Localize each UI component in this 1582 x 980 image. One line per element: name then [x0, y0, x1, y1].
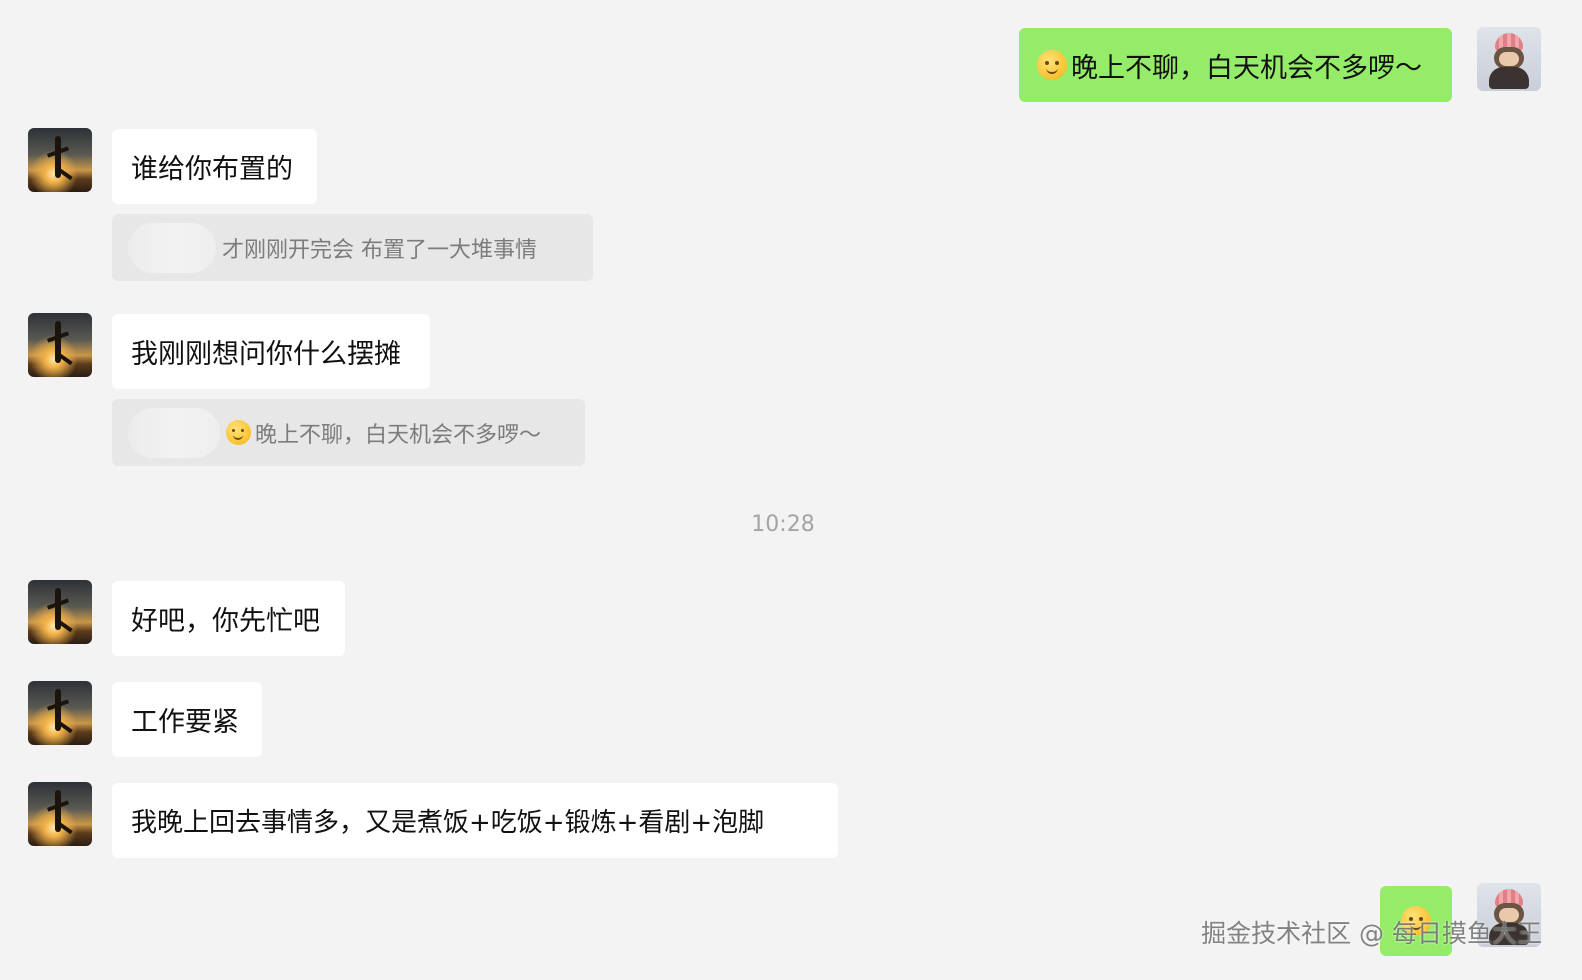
- smile-emoji-icon: [1037, 50, 1067, 80]
- quoted-message[interactable]: 才刚刚开完会 布置了一大堆事情: [112, 214, 593, 281]
- my-avatar[interactable]: [1477, 27, 1541, 91]
- received-message-bubble[interactable]: 工作要紧: [112, 682, 262, 757]
- message-text: 晚上不聊，白天机会不多啰～: [1071, 52, 1422, 84]
- quoted-message[interactable]: 晚上不聊，白天机会不多啰～: [112, 399, 585, 466]
- contact-avatar[interactable]: [28, 782, 92, 846]
- contact-avatar[interactable]: [28, 580, 92, 644]
- sent-message-bubble[interactable]: 晚上不聊，白天机会不多啰～: [1019, 28, 1452, 102]
- blurred-sender-name: [128, 222, 216, 273]
- smile-emoji-icon: [226, 420, 251, 445]
- received-message-bubble[interactable]: 谁给你布置的: [112, 129, 317, 204]
- contact-avatar[interactable]: [28, 128, 92, 192]
- message-text: 好吧，你先忙吧: [131, 606, 320, 637]
- received-message-bubble[interactable]: 好吧，你先忙吧: [112, 581, 345, 656]
- blurred-sender-name: [128, 407, 220, 458]
- contact-avatar[interactable]: [28, 313, 92, 377]
- message-text: 我晚上回去事情多，又是煮饭+吃饭+锻炼+看剧+泡脚: [131, 808, 765, 838]
- received-message-bubble[interactable]: 我晚上回去事情多，又是煮饭+吃饭+锻炼+看剧+泡脚: [112, 783, 838, 858]
- quoted-text: 才刚刚开完会 布置了一大堆事情: [222, 237, 537, 263]
- quoted-text: 晚上不聊，白天机会不多啰～: [255, 422, 542, 448]
- watermark: 掘金技术社区 @ 每日摸鱼大王: [1201, 919, 1542, 948]
- message-text: 工作要紧: [131, 707, 239, 738]
- contact-avatar[interactable]: [28, 681, 92, 745]
- chat-area: 晚上不聊，白天机会不多啰～ 谁给你布置的 才刚刚开完会 布置了一大堆事情 我刚刚…: [0, 0, 1582, 980]
- message-text: 我刚刚想问你什么摆摊: [131, 339, 401, 370]
- received-message-bubble[interactable]: 我刚刚想问你什么摆摊: [112, 314, 430, 389]
- message-text: 谁给你布置的: [131, 154, 293, 185]
- message-timestamp: 10:28: [751, 512, 815, 537]
